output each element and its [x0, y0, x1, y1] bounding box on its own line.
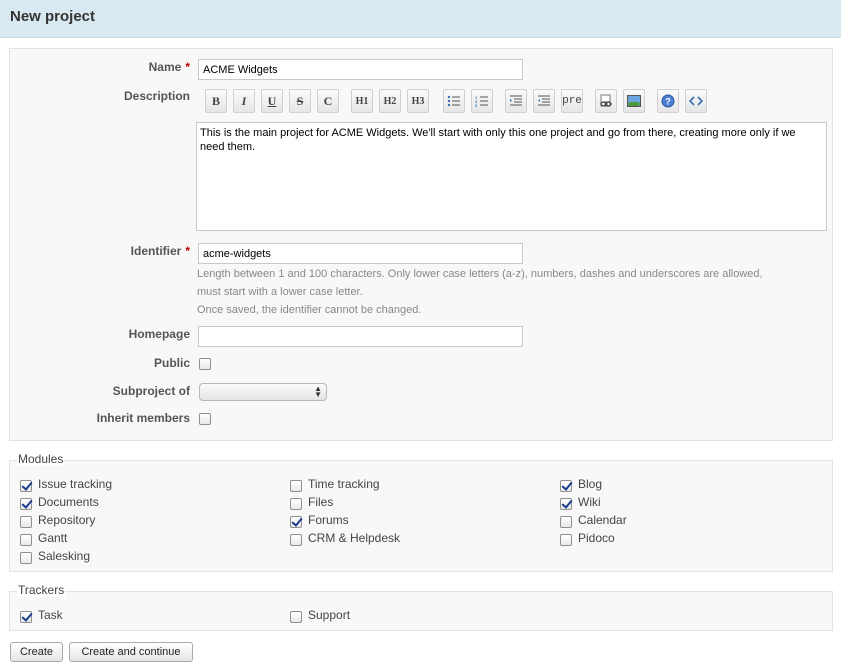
- identifier-hint-line-2: must start with a lower case letter.: [197, 286, 363, 298]
- module-label-salesking: Salesking: [38, 549, 91, 563]
- module-checkbox-files[interactable]: [290, 498, 302, 510]
- strikethrough-button[interactable]: S: [289, 89, 311, 113]
- modules-fieldset: [9, 460, 833, 572]
- svg-text:?: ?: [665, 97, 671, 107]
- unordered-list-button[interactable]: [443, 89, 465, 113]
- module-checkbox-time-tracking[interactable]: [290, 480, 302, 492]
- module-label-files: Files: [308, 495, 334, 509]
- inherit-members-checkbox[interactable]: [199, 413, 211, 425]
- help-icon: ?: [661, 94, 675, 108]
- italic-button[interactable]: I: [233, 89, 255, 113]
- tracker-checkbox-support[interactable]: [290, 611, 302, 623]
- module-label-calendar: Calendar: [578, 513, 627, 527]
- project-form-box: Name* Description B I U S C H1 H2 H3 123…: [9, 48, 833, 441]
- image-button[interactable]: [623, 89, 645, 113]
- name-input[interactable]: [198, 59, 523, 80]
- module-label-crm-helpdesk: CRM & Helpdesk: [308, 531, 401, 545]
- module-checkbox-repository[interactable]: [20, 516, 32, 528]
- ordered-list-icon: 123: [475, 95, 488, 107]
- module-label-time-tracking: Time tracking: [308, 477, 380, 491]
- identifier-input[interactable]: [198, 243, 523, 264]
- code-button[interactable]: C: [317, 89, 339, 113]
- module-label-wiki: Wiki: [578, 495, 601, 509]
- module-label-issue-tracking: Issue tracking: [38, 477, 113, 491]
- module-checkbox-wiki[interactable]: [560, 498, 572, 510]
- module-checkbox-blog[interactable]: [560, 480, 572, 492]
- identifier-hint-line-3: Once saved, the identifier cannot be cha…: [197, 304, 422, 316]
- svg-text:3: 3: [475, 103, 478, 107]
- inherit-members-label: Inherit members: [96, 411, 190, 425]
- source-code-button[interactable]: [685, 89, 707, 113]
- link-button[interactable]: [595, 89, 617, 113]
- heading-2-button[interactable]: H2: [379, 89, 401, 113]
- tracker-label-task: Task: [38, 608, 63, 622]
- heading-1-button[interactable]: H1: [351, 89, 373, 113]
- subproject-select[interactable]: ▲ ▼: [199, 383, 327, 401]
- preformatted-button[interactable]: pre: [561, 89, 583, 113]
- unordered-list-icon: [447, 95, 460, 107]
- source-code-icon: [689, 96, 703, 106]
- description-textarea[interactable]: This is the main project for ACME Widget…: [196, 122, 827, 231]
- module-label-repository: Repository: [38, 513, 96, 527]
- tracker-checkbox-task[interactable]: [20, 611, 32, 623]
- module-checkbox-pidoco[interactable]: [560, 534, 572, 546]
- create-and-continue-button[interactable]: Create and continue: [69, 642, 193, 662]
- required-mark: *: [185, 60, 190, 74]
- description-label: Description: [123, 89, 190, 103]
- select-arrows-icon: ▲ ▼: [314, 384, 322, 399]
- unquote-icon: [538, 95, 550, 106]
- module-label-pidoco: Pidoco: [578, 531, 615, 545]
- link-icon: [600, 94, 612, 107]
- identifier-hint-line-1: Length between 1 and 100 characters. Onl…: [197, 268, 763, 280]
- module-checkbox-issue-tracking[interactable]: [20, 480, 32, 492]
- module-label-gantt: Gantt: [38, 531, 68, 545]
- public-checkbox[interactable]: [199, 358, 211, 370]
- module-checkbox-forums[interactable]: [290, 516, 302, 528]
- trackers-legend: Trackers: [17, 583, 66, 597]
- module-checkbox-calendar[interactable]: [560, 516, 572, 528]
- homepage-input[interactable]: [198, 326, 523, 347]
- quote-button[interactable]: [505, 89, 527, 113]
- homepage-label: Homepage: [128, 327, 190, 341]
- module-label-documents: Documents: [38, 495, 99, 509]
- image-icon: [627, 95, 641, 107]
- modules-legend: Modules: [17, 452, 65, 466]
- bold-button[interactable]: B: [205, 89, 227, 113]
- underline-button[interactable]: U: [261, 89, 283, 113]
- heading-3-button[interactable]: H3: [407, 89, 429, 113]
- trackers-fieldset: [9, 591, 833, 631]
- required-mark: *: [185, 244, 190, 258]
- create-button[interactable]: Create: [10, 642, 63, 662]
- tracker-label-support: Support: [308, 608, 351, 622]
- identifier-label: Identifier *: [130, 244, 190, 258]
- help-button[interactable]: ?: [657, 89, 679, 113]
- subproject-label: Subproject of: [112, 384, 190, 398]
- module-checkbox-documents[interactable]: [20, 498, 32, 510]
- quote-icon: [510, 95, 522, 106]
- name-label: Name *: [148, 60, 190, 74]
- module-label-blog: Blog: [578, 477, 603, 491]
- unquote-button[interactable]: [533, 89, 555, 113]
- module-checkbox-salesking[interactable]: [20, 552, 32, 564]
- module-checkbox-gantt[interactable]: [20, 534, 32, 546]
- public-label: Public: [153, 356, 190, 370]
- module-checkbox-crm-helpdesk[interactable]: [290, 534, 302, 546]
- page-title: New project: [10, 8, 96, 25]
- ordered-list-button[interactable]: 123: [471, 89, 493, 113]
- module-label-forums: Forums: [308, 513, 349, 527]
- page-header: New project: [0, 0, 841, 38]
